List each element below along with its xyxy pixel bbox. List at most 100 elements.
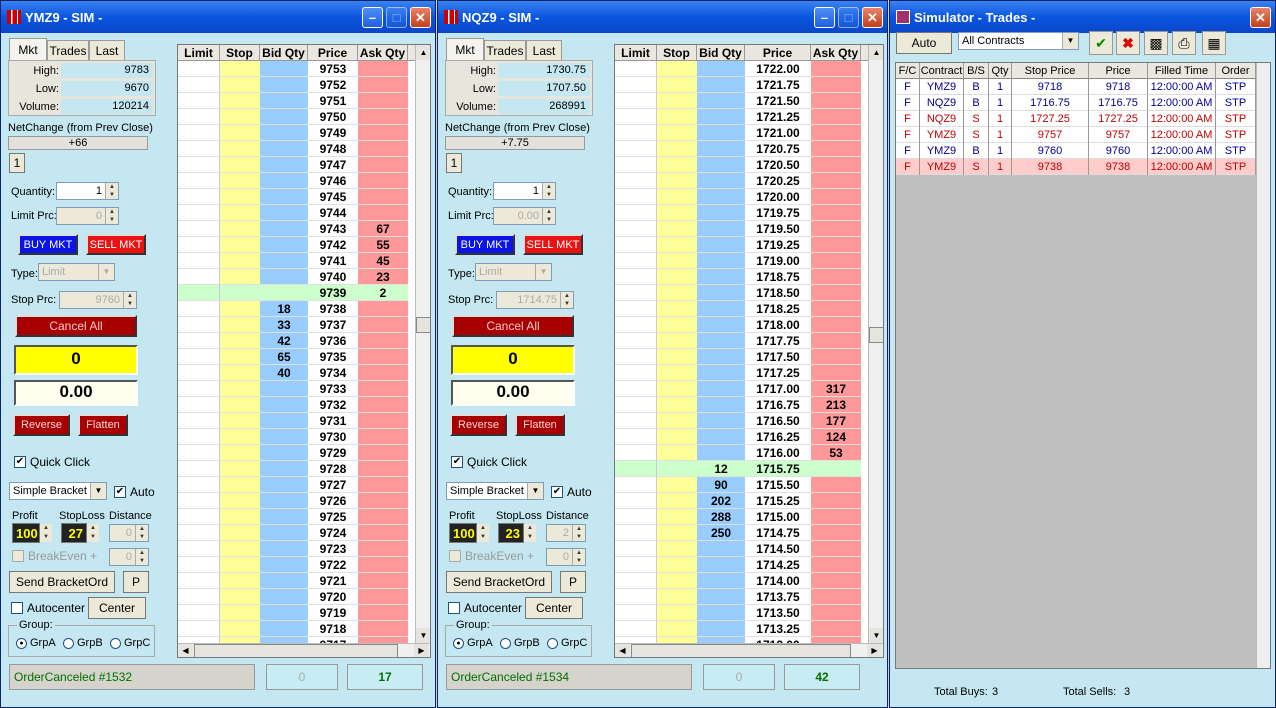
- stop-cell[interactable]: [657, 141, 697, 157]
- limit-cell[interactable]: [615, 301, 657, 317]
- tab-mkt[interactable]: Mkt: [446, 38, 484, 60]
- spin-arrows-icon[interactable]: ▲ ▼: [542, 208, 555, 224]
- chevron-down-icon[interactable]: ▼: [535, 264, 551, 280]
- minimize-icon[interactable]: –: [362, 7, 383, 28]
- stop-cell[interactable]: [220, 205, 260, 221]
- ask-qty-cell[interactable]: [358, 77, 408, 93]
- bid-qty-cell[interactable]: [697, 141, 745, 157]
- ladder-horizontal-scrollbar[interactable]: ◀ ▶: [615, 643, 883, 657]
- ladder-row[interactable]: 9723: [178, 541, 430, 557]
- close-icon[interactable]: ✕: [862, 7, 883, 28]
- bid-qty-cell[interactable]: [697, 397, 745, 413]
- ask-qty-cell[interactable]: [811, 61, 861, 77]
- tab-trades[interactable]: Trades: [47, 40, 89, 60]
- ladder-row[interactable]: 9733: [178, 381, 430, 397]
- chevron-down-icon[interactable]: ▼: [90, 483, 106, 499]
- bracket-select[interactable]: Simple Bracket ▼: [446, 482, 544, 500]
- stop-cell[interactable]: [657, 61, 697, 77]
- quick-click-checkbox[interactable]: ✔ Quick Click: [14, 455, 90, 469]
- ask-qty-cell[interactable]: 45: [358, 253, 408, 269]
- ladder-row[interactable]: 9751: [178, 93, 430, 109]
- ask-qty-cell[interactable]: [358, 429, 408, 445]
- stop-cell[interactable]: [657, 525, 697, 541]
- approve-icon[interactable]: ✔: [1089, 31, 1113, 55]
- bid-qty-cell[interactable]: [260, 461, 308, 477]
- stop-cell[interactable]: [220, 509, 260, 525]
- bid-qty-cell[interactable]: [697, 253, 745, 269]
- stop-cell[interactable]: [657, 589, 697, 605]
- trade-row[interactable]: F YMZ9 B 1 9718 9718 12:00:00 AM STP: [896, 79, 1256, 95]
- limit-cell[interactable]: [178, 93, 220, 109]
- limit-cell[interactable]: [615, 317, 657, 333]
- stop-cell[interactable]: [220, 621, 260, 637]
- ladder-row[interactable]: 9739 2: [178, 285, 430, 301]
- limit-cell[interactable]: [178, 477, 220, 493]
- ladder-row[interactable]: 202 1715.25: [615, 493, 883, 509]
- ask-qty-cell[interactable]: [811, 253, 861, 269]
- stop-cell[interactable]: [220, 525, 260, 541]
- scroll-thumb[interactable]: [869, 327, 883, 343]
- ladder-row[interactable]: 18 9738: [178, 301, 430, 317]
- center-button[interactable]: Center: [525, 597, 583, 619]
- bid-qty-cell[interactable]: [697, 173, 745, 189]
- stop-cell[interactable]: [657, 189, 697, 205]
- stop-cell[interactable]: [657, 253, 697, 269]
- bid-qty-cell[interactable]: [260, 285, 308, 301]
- ladder-row[interactable]: 1719.75: [615, 205, 883, 221]
- ladder-row[interactable]: 1716.25 124: [615, 429, 883, 445]
- bid-qty-cell[interactable]: [697, 445, 745, 461]
- ladder-row[interactable]: 1714.50: [615, 541, 883, 557]
- stop-cell[interactable]: [657, 333, 697, 349]
- spin-arrows-icon[interactable]: ▲ ▼: [524, 524, 536, 542]
- limit-cell[interactable]: [615, 189, 657, 205]
- scroll-right-icon[interactable]: ▶: [867, 644, 882, 657]
- stop-cell[interactable]: [220, 589, 260, 605]
- bid-qty-cell[interactable]: [697, 621, 745, 637]
- limit-cell[interactable]: [178, 285, 220, 301]
- bid-qty-cell[interactable]: [260, 573, 308, 589]
- ask-qty-cell[interactable]: [811, 621, 861, 637]
- ladder-row[interactable]: 9719: [178, 605, 430, 621]
- stop-cell[interactable]: [220, 237, 260, 253]
- ask-qty-cell[interactable]: [811, 77, 861, 93]
- ladder-row[interactable]: 9720: [178, 589, 430, 605]
- spin-arrows-icon[interactable]: ▲ ▼: [40, 524, 52, 542]
- ladder-header-cell[interactable]: Stop: [220, 45, 260, 61]
- limit-cell[interactable]: [178, 317, 220, 333]
- bid-qty-cell[interactable]: [260, 173, 308, 189]
- limit-cell[interactable]: [178, 237, 220, 253]
- tab-trades[interactable]: Trades: [484, 40, 526, 60]
- stop-cell[interactable]: [657, 509, 697, 525]
- radio-grpa[interactable]: ● GrpA: [453, 637, 493, 649]
- bid-qty-cell[interactable]: [697, 221, 745, 237]
- stop-cell[interactable]: [657, 397, 697, 413]
- bid-qty-cell[interactable]: 12: [697, 461, 745, 477]
- bid-qty-cell[interactable]: [697, 77, 745, 93]
- stop-cell[interactable]: [220, 285, 260, 301]
- limit-cell[interactable]: [178, 125, 220, 141]
- limit-cell[interactable]: [615, 333, 657, 349]
- ladder-row[interactable]: 1717.00 317: [615, 381, 883, 397]
- bid-qty-cell[interactable]: [260, 237, 308, 253]
- ladder-row[interactable]: 9728: [178, 461, 430, 477]
- ladder-row[interactable]: 1720.25: [615, 173, 883, 189]
- ask-qty-cell[interactable]: [358, 413, 408, 429]
- ask-qty-cell[interactable]: [358, 189, 408, 205]
- stop-cell[interactable]: [220, 541, 260, 557]
- ladder-row[interactable]: 9726: [178, 493, 430, 509]
- stop-cell[interactable]: [220, 317, 260, 333]
- ladder-row[interactable]: 1713.25: [615, 621, 883, 637]
- save-icon[interactable]: ▩: [1144, 31, 1168, 55]
- ladder-row[interactable]: 1717.25: [615, 365, 883, 381]
- bid-qty-cell[interactable]: [697, 93, 745, 109]
- limit-cell[interactable]: [178, 157, 220, 173]
- ladder-row[interactable]: 9724: [178, 525, 430, 541]
- ask-qty-cell[interactable]: [811, 541, 861, 557]
- bid-qty-cell[interactable]: [260, 445, 308, 461]
- tab-mkt[interactable]: Mkt: [9, 38, 47, 60]
- limit-cell[interactable]: [615, 349, 657, 365]
- ask-qty-cell[interactable]: [358, 557, 408, 573]
- limit-cell[interactable]: [615, 413, 657, 429]
- ask-qty-cell[interactable]: [358, 205, 408, 221]
- trades-header-cell[interactable]: B/S: [964, 63, 989, 79]
